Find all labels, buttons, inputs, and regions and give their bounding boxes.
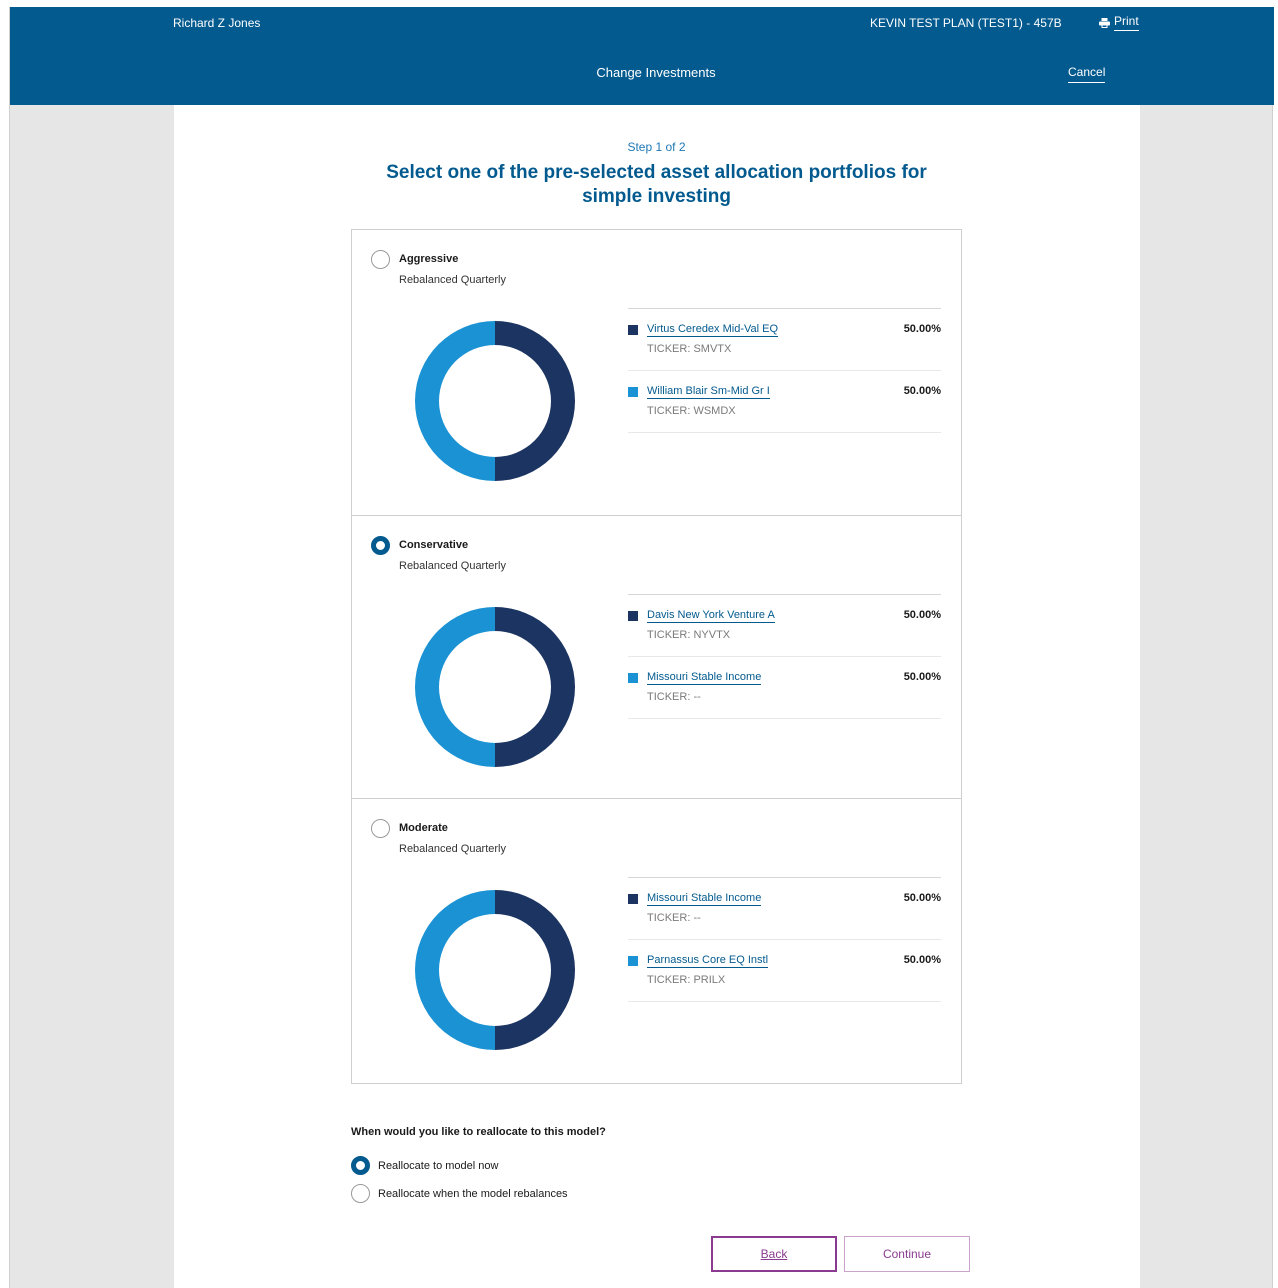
legend-swatch [628, 611, 638, 621]
back-label: Back [760, 1247, 788, 1261]
legend-swatch [628, 956, 638, 966]
fund-percent: 50.00% [903, 385, 941, 397]
donut-slice [415, 321, 495, 481]
holdings-list: Missouri Stable Income TICKER: -- 50.00%… [628, 877, 941, 1002]
reallocate-question: When would you like to reallocate to thi… [351, 1126, 606, 1138]
portfolio-aggressive[interactable]: Aggressive Rebalanced Quarterly Virtus C… [352, 230, 961, 516]
portfolio-name: Moderate [399, 822, 448, 834]
legend-swatch [628, 673, 638, 683]
holdings-list: Davis New York Venture A TICKER: NYVTX 5… [628, 594, 941, 719]
fund-percent: 50.00% [903, 671, 941, 683]
portfolio-subtitle: Rebalanced Quarterly [399, 274, 507, 286]
holding-row: Davis New York Venture A TICKER: NYVTX 5… [628, 595, 941, 657]
allocation-donut-chart [415, 607, 575, 767]
continue-button[interactable]: Continue [844, 1236, 970, 1272]
fund-link[interactable]: William Blair Sm-Mid Gr I [647, 385, 770, 399]
donut-slice [495, 890, 575, 1050]
fund-link[interactable]: Davis New York Venture A [647, 609, 775, 623]
portfolio-name: Aggressive [399, 253, 459, 265]
print-label: Print [1114, 14, 1139, 31]
reallocate-option-now[interactable]: Reallocate to model now [351, 1156, 498, 1175]
fund-percent: 50.00% [903, 323, 941, 335]
portfolio-radio[interactable] [371, 819, 390, 838]
step-indicator: Step 1 of 2 [627, 140, 686, 154]
fund-link[interactable]: Virtus Ceredex Mid-Val EQ [647, 323, 779, 337]
back-button[interactable]: Back [711, 1236, 837, 1272]
portfolio-conservative[interactable]: Conservative Rebalanced Quarterly Davis … [352, 516, 961, 799]
fund-percent: 50.00% [903, 609, 941, 621]
cancel-link[interactable]: Cancel [1068, 65, 1106, 83]
header-bar: Richard Z Jones KEVIN TEST PLAN (TEST1) … [10, 7, 1274, 105]
reallocate-option-label: Reallocate when the model rebalances [378, 1187, 568, 1200]
holdings-list: Virtus Ceredex Mid-Val EQ TICKER: SMVTX … [628, 308, 941, 433]
app-frame: Richard Z Jones KEVIN TEST PLAN (TEST1) … [9, 7, 1274, 1288]
fund-ticker: TICKER: SMVTX [647, 343, 732, 355]
print-button[interactable]: Print [1099, 14, 1139, 31]
allocation-donut-chart [415, 321, 575, 481]
portfolio-radio[interactable] [371, 536, 390, 555]
user-name: Richard Z Jones [173, 16, 261, 30]
portfolio-subtitle: Rebalanced Quarterly [399, 560, 507, 572]
printer-icon [1099, 17, 1110, 28]
section-heading: Select one of the pre-selected asset all… [386, 162, 927, 207]
donut-slice [495, 321, 575, 481]
fund-ticker: TICKER: WSMDX [647, 405, 736, 417]
fund-link[interactable]: Missouri Stable Income [647, 671, 762, 685]
portfolio-name: Conservative [399, 539, 469, 551]
portfolio-list: Aggressive Rebalanced Quarterly Virtus C… [351, 229, 962, 1084]
holding-row: Missouri Stable Income TICKER: -- 50.00% [628, 657, 941, 719]
reallocate-option-rebalance[interactable]: Reallocate when the model rebalances [351, 1184, 568, 1203]
holding-row: Missouri Stable Income TICKER: -- 50.00% [628, 878, 941, 940]
reallocate-radio[interactable] [351, 1184, 370, 1203]
reallocate-option-label: Reallocate to model now [378, 1159, 499, 1172]
holding-row: Parnassus Core EQ Instl TICKER: PRILX 50… [628, 940, 941, 1002]
fund-percent: 50.00% [903, 892, 941, 904]
fund-link[interactable]: Missouri Stable Income [647, 892, 762, 906]
donut-slice [415, 890, 495, 1050]
fund-percent: 50.00% [903, 954, 941, 966]
fund-link[interactable]: Parnassus Core EQ Instl [647, 954, 769, 968]
donut-slice [415, 607, 495, 767]
legend-swatch [628, 894, 638, 904]
holding-row: William Blair Sm-Mid Gr I TICKER: WSMDX … [628, 371, 941, 433]
plan-name: KEVIN TEST PLAN (TEST1) - 457B [870, 16, 1062, 30]
reallocate-radio[interactable] [351, 1156, 370, 1175]
fund-ticker: TICKER: PRILX [647, 974, 726, 986]
portfolio-subtitle: Rebalanced Quarterly [399, 843, 507, 855]
fund-ticker: TICKER: NYVTX [647, 629, 731, 641]
legend-swatch [628, 325, 638, 335]
donut-slice [495, 607, 575, 767]
portfolio-moderate[interactable]: Moderate Rebalanced Quarterly Missouri S… [352, 799, 961, 1083]
portfolio-radio[interactable] [371, 250, 390, 269]
legend-swatch [628, 387, 638, 397]
fund-ticker: TICKER: -- [647, 912, 701, 924]
allocation-donut-chart [415, 890, 575, 1050]
holding-row: Virtus Ceredex Mid-Val EQ TICKER: SMVTX … [628, 309, 941, 371]
content-card: Step 1 of 2 Select one of the pre-select… [174, 105, 1140, 1288]
fund-ticker: TICKER: -- [647, 691, 701, 703]
